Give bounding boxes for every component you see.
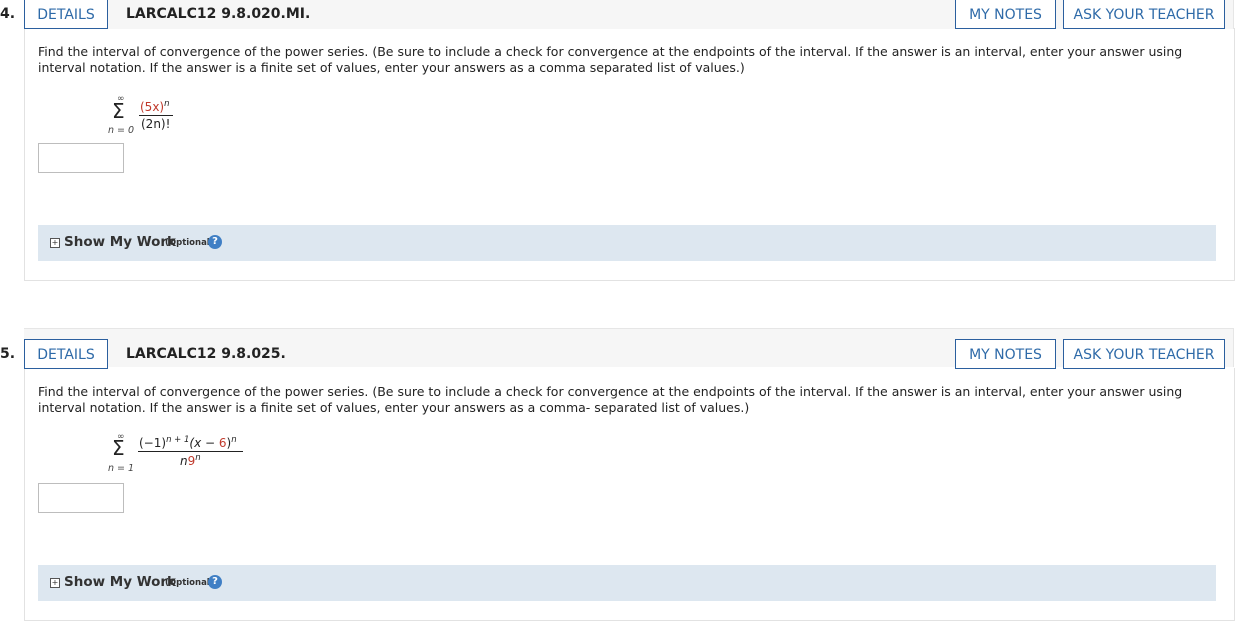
question-prompt: Find the interval of convergence of the … <box>38 384 1183 415</box>
numerator-base: (5x) <box>140 100 165 114</box>
fraction-bar <box>138 451 243 452</box>
series-denominator: n9n <box>180 453 201 468</box>
question-code: LARCALC12 9.8.025. <box>126 346 286 362</box>
power-series-expression: ∞ Σ n = 1 (−1)n + 1(x − 6)n n9n <box>108 432 258 478</box>
question-number: 5. <box>0 346 16 362</box>
numerator-sign-base: (−1) <box>139 436 167 450</box>
denominator-base: n <box>180 454 188 468</box>
sigma-lower-limit: n = 1 <box>108 463 135 474</box>
question-5: 5. DETAILS LARCALC12 9.8.025. MY NOTES A… <box>0 328 1244 628</box>
optional-label: (Optional) <box>165 238 214 248</box>
series-denominator: (2n)! <box>141 117 171 131</box>
numerator-sign-exponent: n + 1 <box>166 435 190 445</box>
show-my-work-bar[interactable]: + Show My Work (Optional) ? <box>38 225 1216 261</box>
sigma-icon: Σ <box>112 436 125 460</box>
question-prompt: Find the interval of convergence of the … <box>38 44 1183 75</box>
sigma-lower-limit: n = 0 <box>108 125 135 136</box>
question-number: 4. <box>0 6 16 22</box>
show-my-work-label[interactable]: Show My Work <box>64 234 176 250</box>
help-icon[interactable]: ? <box>208 575 222 589</box>
numerator-paren: (x − <box>189 436 219 450</box>
sigma-icon: Σ <box>112 99 125 123</box>
details-button[interactable]: DETAILS <box>24 339 108 369</box>
my-notes-button[interactable]: MY NOTES <box>955 0 1056 29</box>
series-numerator: (−1)n + 1(x − 6)n <box>139 435 237 450</box>
question-4: 4. DETAILS LARCALC12 9.8.020.MI. MY NOTE… <box>0 0 1244 290</box>
ask-teacher-button[interactable]: ASK YOUR TEACHER <box>1063 339 1225 369</box>
numerator-constant: 6 <box>218 436 227 450</box>
series-numerator: (5x)n <box>140 99 170 114</box>
numerator-exponent: n <box>164 99 170 109</box>
question-code: LARCALC12 9.8.020.MI. <box>126 6 311 22</box>
optional-label: (Optional) <box>165 578 214 588</box>
answer-input[interactable] <box>38 483 124 513</box>
my-notes-button[interactable]: MY NOTES <box>955 339 1056 369</box>
answer-input[interactable] <box>38 143 124 173</box>
help-icon[interactable]: ? <box>208 235 222 249</box>
numerator-exponent: n <box>231 435 237 445</box>
expand-plus-icon[interactable]: + <box>50 238 60 248</box>
expand-plus-icon[interactable]: + <box>50 578 60 588</box>
fraction-bar <box>139 115 173 116</box>
denominator-exponent: n <box>195 453 201 463</box>
ask-teacher-button[interactable]: ASK YOUR TEACHER <box>1063 0 1225 29</box>
show-my-work-bar[interactable]: + Show My Work (Optional) ? <box>38 565 1216 601</box>
show-my-work-label[interactable]: Show My Work <box>64 574 176 590</box>
power-series-expression: ∞ Σ n = 0 (5x)n (2n)! <box>108 94 188 138</box>
details-button[interactable]: DETAILS <box>24 0 108 29</box>
